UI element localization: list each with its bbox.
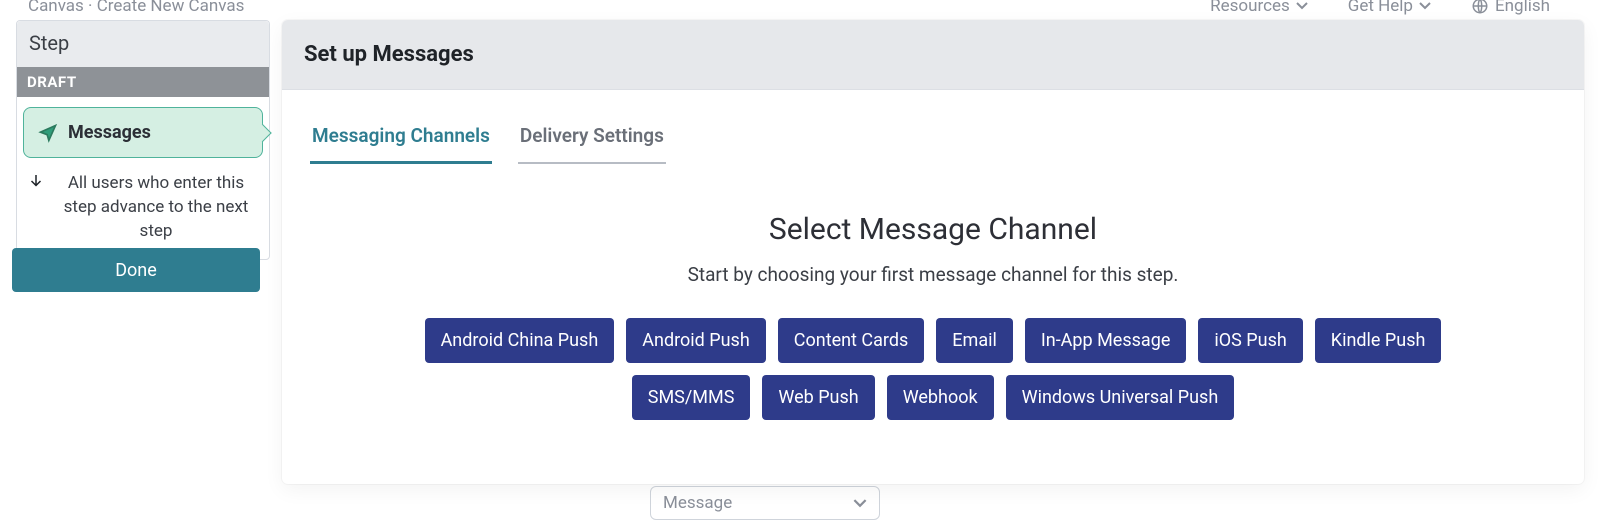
draft-badge: DRAFT [17,67,269,97]
globe-icon [1471,0,1489,15]
messages-step-pill[interactable]: Messages [23,107,263,158]
channel-webhook[interactable]: Webhook [887,375,994,420]
tab-delivery-settings[interactable]: Delivery Settings [518,116,666,164]
panel-header: Set up Messages [282,20,1584,90]
language-hint: English [1471,0,1550,16]
chevron-down-icon [1419,2,1431,10]
channel-email[interactable]: Email [936,318,1013,363]
sidebar-step-item[interactable]: Messages [23,107,263,158]
arrow-down-icon [27,172,45,190]
done-button-label: Done [115,260,157,281]
select-channel-heading: Select Message Channel [310,212,1556,247]
channel-android-push[interactable]: Android Push [626,318,766,363]
channel-windows-universal-push[interactable]: Windows Universal Push [1006,375,1235,420]
bg-dropdown-hint: Message [650,486,880,520]
channel-buttons: Android China PushAndroid Push Content Ca… [393,318,1473,420]
channel-in-app-message[interactable]: In-App Message [1025,318,1187,363]
channel-kindle-push[interactable]: Kindle Push [1315,318,1442,363]
step-sidebar: Step DRAFT Messages All users who enter … [16,20,270,260]
bg-dropdown-label: Message [663,493,732,513]
chevron-down-icon [853,499,867,508]
channel-sms-mms[interactable]: SMS/MMS [632,375,751,420]
setup-panel: Set up Messages Messaging Channels Delive… [282,20,1584,484]
sidebar-header: Step [17,21,269,67]
sidebar-info: All users who enter this step advance to… [17,168,269,259]
sidebar-info-text: All users who enter this step advance to… [53,172,259,243]
done-button[interactable]: Done [12,248,260,292]
tab-messaging-channels[interactable]: Messaging Channels [310,116,492,164]
channel-web-push[interactable]: Web Push [762,375,874,420]
paper-plane-icon [38,123,58,143]
panel-title: Set up Messages [304,42,1562,67]
channel-android-china-push[interactable]: Android China Push [425,318,615,363]
breadcrumb-hint: Canvas · Create New Canvas [28,0,244,16]
select-channel-subheading: Start by choosing your first message cha… [310,263,1556,286]
chevron-down-icon [1296,2,1308,10]
panel-tabs: Messaging Channels Delivery Settings [310,116,1556,164]
gethelp-hint: Get Help [1348,0,1431,16]
resources-hint: Resources [1210,0,1308,16]
step-pill-label: Messages [68,122,151,143]
channel-content-cards[interactable]: Content Cards [778,318,925,363]
channel-ios-push[interactable]: iOS Push [1198,318,1302,363]
